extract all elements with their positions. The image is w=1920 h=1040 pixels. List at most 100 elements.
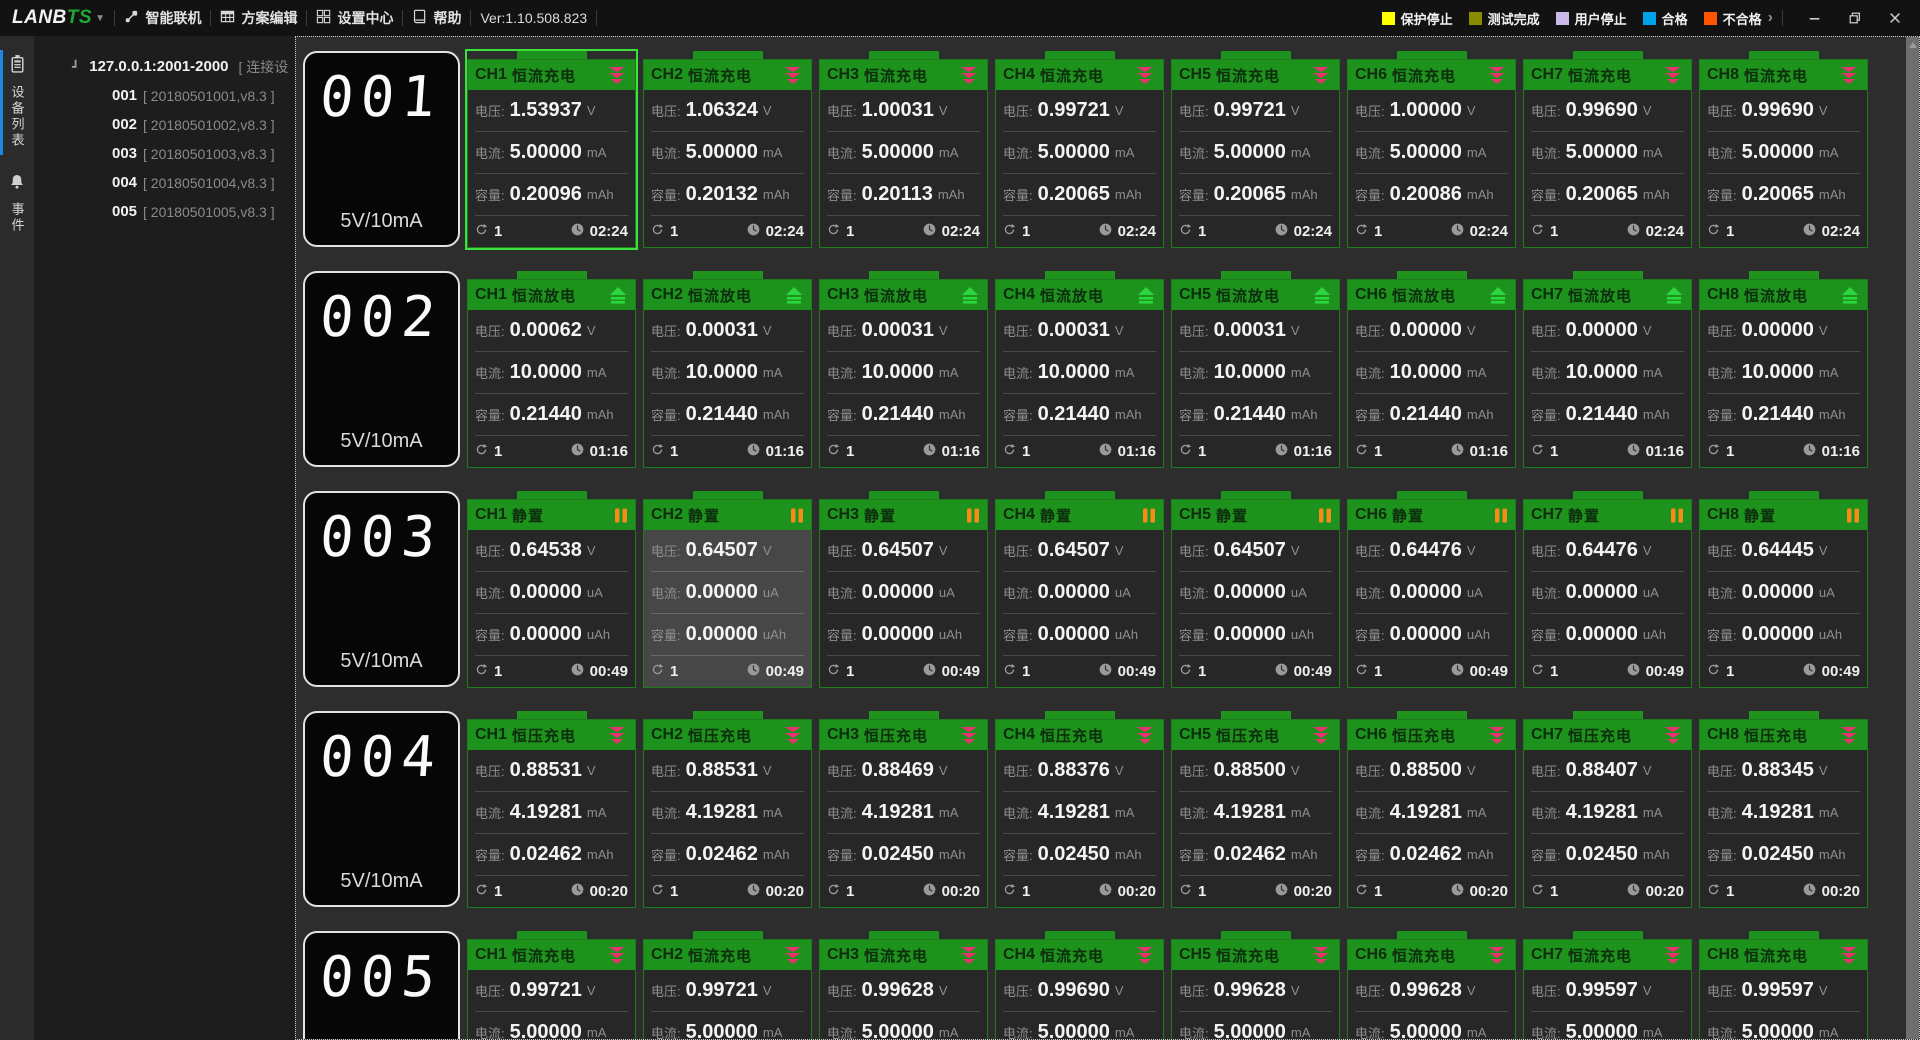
minimize-button[interactable] bbox=[1808, 11, 1822, 25]
capacity-label: 容量: bbox=[827, 408, 857, 423]
channel-card[interactable]: CH5 恒流充电 电压: 0.99628 V 电流: 5.00000 mA bbox=[1171, 931, 1340, 1040]
channel-card[interactable]: CH7 恒流充电 电压: 0.99597 V 电流: 5.00000 mA bbox=[1523, 931, 1692, 1039]
current-label: 电流: bbox=[1355, 806, 1385, 821]
tree-item-device[interactable]: 002 [ 20180501002,v8.3 ] bbox=[34, 110, 295, 139]
legend-overflow-chevron-icon[interactable]: › bbox=[1768, 9, 1773, 27]
voltage-value: 0.88376 bbox=[1037, 759, 1110, 781]
channel-card[interactable]: CH2 静置 电压: 0.64507 V 电流: 0.00000 uA 容量: … bbox=[643, 491, 812, 688]
channel-card[interactable]: CH2 恒流放电 电压: 0.00031 V 电流: 10.0000 mA 容量… bbox=[643, 271, 812, 468]
channel-card[interactable]: CH7 恒压充电 电压: 0.88407 V 电流: 4.19281 mA 容量… bbox=[1523, 711, 1692, 908]
restore-button[interactable] bbox=[1848, 11, 1862, 25]
clock-icon bbox=[747, 883, 760, 901]
channel-card[interactable]: CH2 恒流充电 电压: 1.06324 V 电流: 5.00000 mA 容量… bbox=[643, 51, 812, 248]
capacity-label: 容量: bbox=[1707, 408, 1737, 423]
channel-card[interactable]: CH3 恒流放电 电压: 0.00031 V 电流: 10.0000 mA 容量… bbox=[819, 271, 988, 468]
close-button[interactable] bbox=[1888, 11, 1902, 25]
tree-item-device[interactable]: 004 [ 20180501004,v8.3 ] bbox=[34, 168, 295, 197]
loop-icon bbox=[1531, 883, 1544, 901]
current-row: 电流: 4.19281 mA bbox=[1531, 792, 1684, 834]
tree-item-device[interactable]: 003 [ 20180501003,v8.3 ] bbox=[34, 139, 295, 168]
channel-card[interactable]: CH7 静置 电压: 0.64476 V 电流: 0.00000 uA 容量: … bbox=[1523, 491, 1692, 688]
channel-card[interactable]: CH4 恒流放电 电压: 0.00031 V 电流: 10.0000 mA 容量… bbox=[995, 271, 1164, 468]
current-unit: mA bbox=[586, 1025, 607, 1040]
channel-card[interactable]: CH6 静置 电压: 0.64476 V 电流: 0.00000 uA 容量: … bbox=[1347, 491, 1516, 688]
channel-card[interactable]: CH6 恒流放电 电压: 0.00000 V 电流: 10.0000 mA 容量… bbox=[1347, 271, 1516, 468]
sidebar-tab-device-list[interactable]: 设备列表 bbox=[0, 46, 34, 165]
capacity-value: 0.02450 bbox=[1565, 843, 1638, 865]
channel-card[interactable]: CH2 恒流充电 电压: 0.99721 V 电流: 5.00000 mA bbox=[643, 931, 812, 1039]
current-label: 电流: bbox=[1179, 1026, 1209, 1040]
channel-card[interactable]: CH5 恒压充电 电压: 0.88500 V 电流: 4.19281 mA 容量… bbox=[1171, 711, 1340, 908]
capacity-value: 0.02462 bbox=[509, 843, 582, 865]
elapsed-time: 00:20 bbox=[589, 883, 628, 900]
device-card[interactable]: 001 5V/10mA bbox=[303, 51, 460, 247]
menu-item-smart-link[interactable]: 智能联机 bbox=[124, 8, 201, 28]
channel-card[interactable]: CH7 恒流充电 电压: 0.99690 V 电流: 5.00000 mA 容量… bbox=[1523, 51, 1692, 248]
tree-item-id: 005 bbox=[112, 203, 138, 220]
channel-card[interactable]: CH8 恒压充电 电压: 0.88345 V 电流: 4.19281 mA 容量… bbox=[1699, 711, 1868, 908]
capacity-unit: mAh bbox=[938, 407, 966, 422]
channel-card[interactable]: CH1 恒流充电 电压: 1.53937 V 电流: 5.00000 mA 容量… bbox=[467, 51, 636, 248]
current-value: 0.00000 bbox=[685, 581, 758, 603]
channel-card[interactable]: CH5 静置 电压: 0.64507 V 电流: 0.00000 uA 容量: … bbox=[1171, 491, 1340, 688]
channel-card[interactable]: CH6 恒流充电 电压: 0.99628 V 电流: 5.00000 mA bbox=[1347, 931, 1516, 1039]
channel-card[interactable]: CH3 静置 电压: 0.64507 V 电流: 0.00000 uA 容量: … bbox=[819, 491, 988, 688]
channel-footer: 1 00:20 bbox=[1179, 876, 1332, 907]
channel-card[interactable]: CH8 恒流放电 电压: 0.00000 V 电流: 10.0000 mA 容量… bbox=[1699, 271, 1868, 468]
menu-item-settings-center[interactable]: 设置中心 bbox=[316, 8, 393, 28]
channel-card[interactable]: CH4 恒流充电 电压: 0.99690 V 电流: 5.00000 mA bbox=[995, 931, 1164, 1039]
device-card[interactable]: 003 5V/10mA bbox=[303, 491, 460, 687]
channel-card[interactable]: CH5 恒流充电 电压: 0.99721 V 电流: 5.00000 mA 容量… bbox=[1171, 51, 1340, 248]
device-card[interactable]: 002 5V/10mA bbox=[303, 271, 460, 467]
current-label: 电流: bbox=[1355, 586, 1385, 601]
channel-card[interactable]: CH8 恒流充电 电压: 0.99597 V 电流: 5.00000 mA bbox=[1699, 931, 1868, 1039]
menu-item-help[interactable]: 帮助 bbox=[412, 8, 461, 28]
vertical-scrollbar[interactable] bbox=[1906, 37, 1919, 1039]
voltage-label: 电压: bbox=[1003, 544, 1033, 559]
channel-card[interactable]: CH6 恒流充电 电压: 1.00000 V 电流: 5.00000 mA 容量… bbox=[1347, 51, 1516, 248]
channel-card[interactable]: CH4 恒流充电 电压: 0.99721 V 电流: 5.00000 mA 容量… bbox=[995, 51, 1164, 248]
channel-card[interactable]: CH7 恒流放电 电压: 0.00000 V 电流: 10.0000 mA 容量… bbox=[1523, 271, 1692, 468]
capacity-unit: mAh bbox=[1642, 187, 1670, 202]
device-card[interactable]: 004 5V/10mA bbox=[303, 711, 460, 907]
voltage-value: 0.64507 bbox=[1037, 539, 1110, 561]
current-row: 电流: 5.00000 mA bbox=[475, 1012, 628, 1040]
current-label: 电流: bbox=[651, 366, 681, 381]
channel-card[interactable]: CH1 恒流充电 电压: 0.99721 V 电流: 5.00000 mA bbox=[467, 931, 636, 1040]
channel-card[interactable]: CH3 恒压充电 电压: 0.88469 V 电流: 4.19281 mA 容量… bbox=[819, 711, 988, 908]
clock-icon bbox=[571, 223, 584, 241]
sidebar-tab-events[interactable]: 事件 bbox=[0, 165, 34, 250]
voltage-row: 电压: 0.99628 V bbox=[1179, 970, 1332, 1012]
channel-mode: 恒流充电 bbox=[1216, 947, 1281, 965]
voltage-unit: V bbox=[1114, 763, 1124, 778]
channel-card[interactable]: CH1 恒流放电 电压: 0.00062 V 电流: 10.0000 mA 容量… bbox=[467, 271, 636, 468]
channel-card[interactable]: CH2 恒压充电 电压: 0.88531 V 电流: 4.19281 mA 容量… bbox=[643, 711, 812, 908]
channel-card[interactable]: CH4 恒压充电 电压: 0.88376 V 电流: 4.19281 mA 容量… bbox=[995, 711, 1164, 908]
channel-card[interactable]: CH1 恒压充电 电压: 0.88531 V 电流: 4.19281 mA 容量… bbox=[467, 711, 636, 908]
capacity-unit: uAh bbox=[1466, 627, 1491, 642]
clock-icon bbox=[1275, 443, 1288, 461]
battery-tab bbox=[1572, 51, 1643, 59]
tree-item-device[interactable]: 001 [ 20180501001,v8.3 ] bbox=[34, 81, 295, 110]
channel-card[interactable]: CH8 恒流充电 电压: 0.99690 V 电流: 5.00000 mA 容量… bbox=[1699, 51, 1868, 248]
tree-collapse-icon[interactable]: ┛ bbox=[72, 60, 79, 74]
channel-card[interactable]: CH3 恒流充电 电压: 0.99628 V 电流: 5.00000 mA bbox=[819, 931, 988, 1039]
channel-card[interactable]: CH5 恒流放电 电压: 0.00031 V 电流: 10.0000 mA 容量… bbox=[1171, 271, 1340, 468]
current-label: 电流: bbox=[1531, 806, 1561, 821]
scroll-up-arrow-icon[interactable] bbox=[1908, 42, 1917, 48]
menu-item-plan-edit[interactable]: 方案编辑 bbox=[220, 8, 297, 28]
loop-count: 1 bbox=[1550, 883, 1559, 900]
channel-name: CH5 bbox=[1179, 726, 1212, 743]
tree-item-device[interactable]: 005 [ 20180501005,v8.3 ] bbox=[34, 197, 295, 226]
app-logo[interactable]: LANB TS ▼ bbox=[12, 7, 105, 29]
voltage-row: 电压: 0.64476 V bbox=[1531, 530, 1684, 572]
device-card[interactable]: 005 5V/10mA bbox=[303, 931, 460, 1039]
channel-mode: 恒流充电 bbox=[688, 67, 753, 85]
channel-card[interactable]: CH8 静置 电压: 0.64445 V 电流: 0.00000 uA 容量: … bbox=[1699, 491, 1868, 688]
current-row: 电流: 4.19281 mA bbox=[651, 792, 804, 834]
channel-card[interactable]: CH1 静置 电压: 0.64538 V 电流: 0.00000 uA 容量: … bbox=[467, 491, 636, 688]
tree-root-node[interactable]: ┛ 127.0.0.1:2001-2000 [ 连接设 bbox=[34, 52, 295, 81]
channel-card[interactable]: CH4 静置 电压: 0.64507 V 电流: 0.00000 uA 容量: … bbox=[995, 491, 1164, 688]
channel-card[interactable]: CH6 恒压充电 电压: 0.88500 V 电流: 4.19281 mA 容量… bbox=[1347, 711, 1516, 908]
channel-card[interactable]: CH3 恒流充电 电压: 1.00031 V 电流: 5.00000 mA 容量… bbox=[819, 51, 988, 248]
